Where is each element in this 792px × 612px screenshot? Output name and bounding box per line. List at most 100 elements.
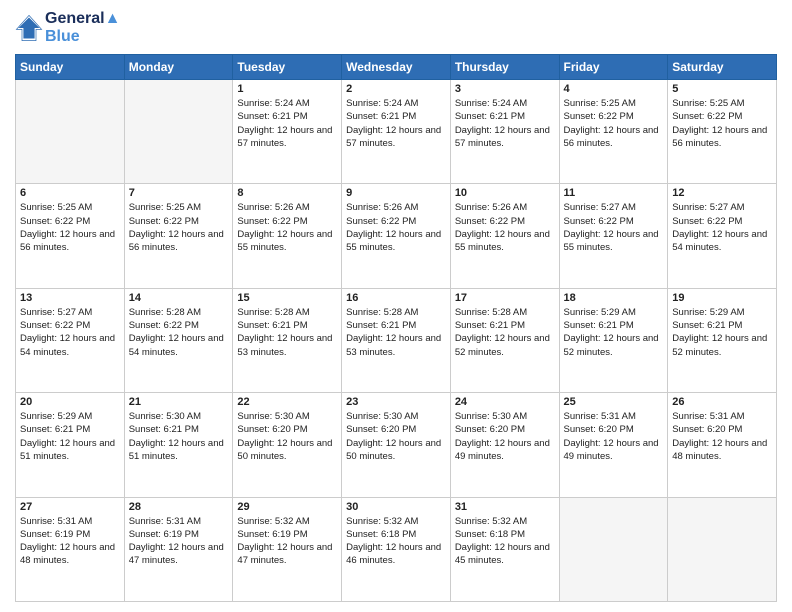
day-info: Sunrise: 5:26 AMSunset: 6:22 PMDaylight:… (455, 201, 555, 254)
day-info: Sunrise: 5:31 AMSunset: 6:20 PMDaylight:… (564, 410, 664, 463)
day-number: 6 (20, 187, 120, 199)
sunrise: Sunrise: 5:27 AM (20, 307, 92, 318)
day-number: 15 (237, 292, 337, 304)
calendar-cell: 1Sunrise: 5:24 AMSunset: 6:21 PMDaylight… (233, 80, 342, 184)
calendar-cell: 13 Sunrise: 5:27 AMSunset: 6:22 PMDayligh… (16, 288, 125, 392)
daylight: Daylight: 12 hours and 50 minutes. (346, 438, 441, 462)
daylight: Daylight: 12 hours and 51 minutes. (20, 438, 115, 462)
sunset: Sunset: 6:21 PM (455, 320, 525, 331)
week-row-4: 20Sunrise: 5:29 AMSunset: 6:21 PMDayligh… (16, 393, 777, 497)
sunrise: Sunrise: 5:28 AM (237, 307, 309, 318)
daylight: Daylight: 12 hours and 47 minutes. (237, 542, 332, 566)
daylight: Daylight: 12 hours and 55 minutes. (346, 229, 441, 253)
calendar-cell: 25 Sunrise: 5:31 AMSunset: 6:20 PMDayligh… (559, 393, 668, 497)
sunset: Sunset: 6:18 PM (346, 529, 416, 540)
day-number: 26 (672, 396, 772, 408)
header: General▲ Blue (15, 10, 777, 46)
calendar-cell: 26 Sunrise: 5:31 AMSunset: 6:20 PMDayligh… (668, 393, 777, 497)
weekday-header-tuesday: Tuesday (233, 55, 342, 80)
day-number: 13 (20, 292, 120, 304)
day-number: 7 (129, 187, 229, 199)
sunrise: Sunrise: 5:27 AM (564, 202, 636, 213)
day-number: 8 (237, 187, 337, 199)
weekday-header-friday: Friday (559, 55, 668, 80)
sunrise: Sunrise: 5:27 AM (672, 202, 744, 213)
calendar-cell: 24Sunrise: 5:30 AMSunset: 6:20 PMDayligh… (450, 393, 559, 497)
daylight: Daylight: 12 hours and 45 minutes. (455, 542, 550, 566)
daylight: Daylight: 12 hours and 46 minutes. (346, 542, 441, 566)
calendar-cell: 17Sunrise: 5:28 AMSunset: 6:21 PMDayligh… (450, 288, 559, 392)
day-number: 30 (346, 501, 446, 513)
day-number: 25 (564, 396, 664, 408)
sunrise: Sunrise: 5:31 AM (672, 411, 744, 422)
calendar-cell: 18Sunrise: 5:29 AMSunset: 6:21 PMDayligh… (559, 288, 668, 392)
sunset: Sunset: 6:21 PM (564, 320, 634, 331)
day-number: 22 (237, 396, 337, 408)
daylight: Daylight: 12 hours and 54 minutes. (672, 229, 767, 253)
sunset: Sunset: 6:22 PM (20, 216, 90, 227)
sunset: Sunset: 6:22 PM (237, 216, 307, 227)
daylight: Daylight: 12 hours and 53 minutes. (237, 333, 332, 357)
weekday-header-sunday: Sunday (16, 55, 125, 80)
sunrise: Sunrise: 5:32 AM (455, 516, 527, 527)
week-row-1: 1Sunrise: 5:24 AMSunset: 6:21 PMDaylight… (16, 80, 777, 184)
day-info: Sunrise: 5:31 AM Sunset: 6:19 PM Daylight:… (129, 515, 229, 568)
sunset: Sunset: 6:20 PM (346, 424, 416, 435)
logo-text: General▲ Blue (45, 10, 120, 46)
calendar-cell: 10Sunrise: 5:26 AMSunset: 6:22 PMDayligh… (450, 184, 559, 288)
day-info: Sunrise: 5:28 AMSunset: 6:21 PMDaylight:… (346, 306, 446, 359)
sunset: Sunset: 6:19 PM (129, 529, 199, 540)
calendar-cell: 16Sunrise: 5:28 AMSunset: 6:21 PMDayligh… (342, 288, 451, 392)
day-number: 23 (346, 396, 446, 408)
calendar-cell: 6Sunrise: 5:25 AMSunset: 6:22 PMDaylight… (16, 184, 125, 288)
calendar-table: SundayMondayTuesdayWednesdayThursdayFrid… (15, 54, 777, 602)
day-info: Sunrise: 5:27 AMSunset: 6:22 PMDaylight:… (20, 306, 120, 359)
sunrise: Sunrise: 5:24 AM (346, 98, 418, 109)
sunrise: Sunrise: 5:30 AM (346, 411, 418, 422)
day-info: Sunrise: 5:27 AMSunset: 6:22 PMDaylight:… (672, 201, 772, 254)
weekday-header-monday: Monday (124, 55, 233, 80)
daylight: Daylight: 12 hours and 52 minutes. (672, 333, 767, 357)
day-number: 24 (455, 396, 555, 408)
sunset: Sunset: 6:22 PM (455, 216, 525, 227)
day-number: 2 (346, 83, 446, 95)
calendar-cell: 14Sunrise: 5:28 AMSunset: 6:22 PMDayligh… (124, 288, 233, 392)
day-info: Sunrise: 5:32 AMSunset: 6:18 PMDaylight:… (455, 515, 555, 568)
sunrise: Sunrise: 5:26 AM (237, 202, 309, 213)
daylight: Daylight: 12 hours and 55 minutes. (455, 229, 550, 253)
day-number: 28 (129, 501, 229, 513)
day-info: Sunrise: 5:25 AMSunset: 6:22 PMDaylight:… (129, 201, 229, 254)
weekday-header-thursday: Thursday (450, 55, 559, 80)
calendar-cell (559, 497, 668, 601)
day-info: Sunrise: 5:26 AM Sunset: 6:22 PM Daylight:… (237, 201, 337, 254)
sunset: Sunset: 6:22 PM (564, 111, 634, 122)
daylight: Daylight: 12 hours and 47 minutes. (129, 542, 224, 566)
day-number: 31 (455, 501, 555, 513)
day-info: Sunrise: 5:31 AMSunset: 6:20 PMDaylight:… (672, 410, 772, 463)
sunset: Sunset: 6:21 PM (129, 424, 199, 435)
sunrise: Sunrise: 5:25 AM (20, 202, 92, 213)
sunrise: Sunrise: 5:31 AM (129, 516, 201, 527)
sunrise: Sunrise: 5:28 AM (346, 307, 418, 318)
daylight: Daylight: 12 hours and 55 minutes. (237, 229, 332, 253)
sunset: Sunset: 6:22 PM (672, 111, 742, 122)
day-number: 4 (564, 83, 664, 95)
day-info: Sunrise: 5:24 AMSunset: 6:21 PMDaylight:… (346, 97, 446, 150)
day-number: 19 (672, 292, 772, 304)
day-number: 27 (20, 501, 120, 513)
sunrise: Sunrise: 5:31 AM (20, 516, 92, 527)
daylight: Daylight: 12 hours and 48 minutes. (20, 542, 115, 566)
day-info: Sunrise: 5:24 AMSunset: 6:21 PMDaylight:… (455, 97, 555, 150)
day-info: Sunrise: 5:30 AMSunset: 6:20 PMDaylight:… (237, 410, 337, 463)
sunrise: Sunrise: 5:32 AM (237, 516, 309, 527)
calendar-cell: 11Sunrise: 5:27 AMSunset: 6:22 PMDayligh… (559, 184, 668, 288)
daylight: Daylight: 12 hours and 55 minutes. (564, 229, 659, 253)
sunset: Sunset: 6:20 PM (564, 424, 634, 435)
calendar-cell: 20Sunrise: 5:29 AMSunset: 6:21 PMDayligh… (16, 393, 125, 497)
weekday-header-row: SundayMondayTuesdayWednesdayThursdayFrid… (16, 55, 777, 80)
calendar-cell: 7 Sunrise: 5:25 AMSunset: 6:22 PMDaylight… (124, 184, 233, 288)
week-row-2: 6Sunrise: 5:25 AMSunset: 6:22 PMDaylight… (16, 184, 777, 288)
daylight: Daylight: 12 hours and 57 minutes. (237, 125, 332, 149)
sunrise: Sunrise: 5:25 AM (129, 202, 201, 213)
sunrise: Sunrise: 5:25 AM (564, 98, 636, 109)
